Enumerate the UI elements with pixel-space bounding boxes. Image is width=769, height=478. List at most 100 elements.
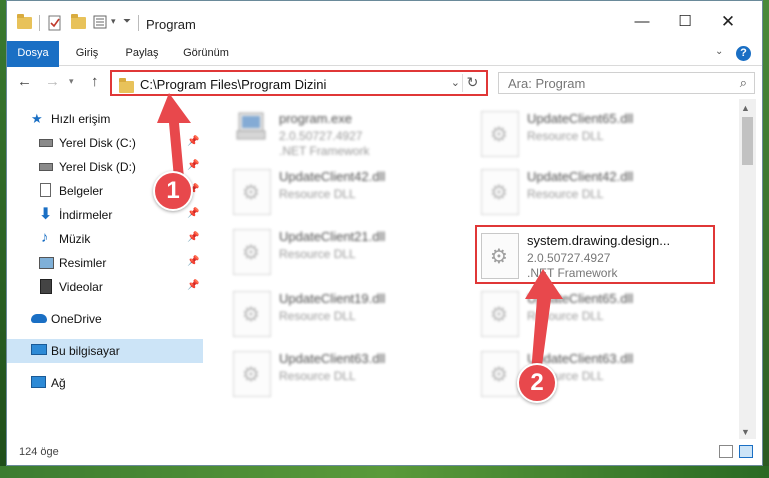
customize-toolbar-icon[interactable]: ⏷	[123, 16, 131, 34]
file-name: UpdateClient42.dll	[527, 169, 634, 184]
sidebar-item-label: Videolar	[59, 280, 103, 294]
drive-icon	[39, 163, 53, 171]
divider	[138, 15, 139, 31]
download-arrow-icon: ⬇	[39, 206, 53, 223]
file-item[interactable]: UpdateClient19.dll Resource DLL	[227, 283, 463, 341]
file-name: UpdateClient19.dll	[279, 291, 386, 306]
search-placeholder: Ara: Program	[508, 76, 586, 91]
scrollbar-thumb[interactable]	[742, 117, 753, 165]
file-description: Resource DLL	[279, 309, 356, 323]
tab-giris[interactable]: Giriş	[65, 41, 109, 66]
sidebar-item-label: Yerel Disk (C:)	[59, 136, 136, 150]
file-name: UpdateClient42.dll	[279, 169, 386, 184]
file-item[interactable]: UpdateClient21.dll Resource DLL	[227, 221, 463, 279]
large-icons-view-icon[interactable]	[739, 445, 753, 458]
forward-arrow-icon[interactable]: →	[45, 73, 60, 90]
file-description: Resource DLL	[279, 247, 356, 261]
sidebar-item-onedrive[interactable]: OneDrive	[7, 307, 203, 331]
cloud-icon	[31, 314, 47, 323]
dll-file-icon	[233, 169, 271, 215]
address-path[interactable]: C:\Program Files\Program Dizini	[140, 77, 326, 92]
file-item[interactable]: UpdateClient63.dll Resource DLL	[475, 343, 711, 401]
item-count: 124 öge	[19, 446, 59, 458]
file-item[interactable]: UpdateClient65.dll Resource DLL	[475, 283, 711, 341]
close-icon[interactable]: ✕	[714, 11, 742, 33]
dll-file-icon	[481, 291, 519, 337]
minimize-icon[interactable]: —	[628, 11, 656, 33]
view-options-icon[interactable]	[93, 14, 111, 32]
ribbon-tabs: Dosya Giriş Paylaş Görünüm ⌄ ?	[7, 41, 762, 99]
pin-icon[interactable]: 📌	[187, 208, 199, 219]
dll-file-icon	[233, 291, 271, 337]
details-view-icon[interactable]	[719, 445, 733, 458]
help-icon[interactable]: ?	[736, 46, 751, 61]
file-item[interactable]: UpdateClient42.dll Resource DLL	[475, 161, 711, 219]
scroll-up-icon[interactable]: ▲	[741, 103, 750, 113]
step-badge-2: 2	[517, 363, 557, 403]
dll-file-icon	[233, 229, 271, 275]
sidebar-item-network[interactable]: Ağ	[7, 371, 203, 395]
window-title: Program	[146, 17, 196, 32]
file-name: UpdateClient21.dll	[279, 229, 386, 244]
dll-file-icon	[481, 169, 519, 215]
music-note-icon: ♪	[41, 229, 49, 246]
dll-file-icon	[481, 111, 519, 157]
chevron-down-icon[interactable]: ▾	[111, 16, 116, 34]
dll-file-icon	[233, 351, 271, 397]
sidebar-item-pictures[interactable]: Resimler 📌	[7, 251, 203, 275]
title-bar: ▾ ⏷ Program — ☐ ✕	[7, 1, 762, 41]
sidebar-item-label: Yerel Disk (D:)	[59, 160, 136, 174]
file-description: .NET Framework	[279, 144, 370, 158]
file-item[interactable]: UpdateClient65.dll Resource DLL	[475, 103, 711, 161]
file-name: UpdateClient63.dll	[279, 351, 386, 366]
vertical-scrollbar[interactable]: ▲ ▼	[739, 99, 756, 439]
application-icon	[233, 109, 269, 145]
pictures-icon	[39, 257, 54, 269]
documents-icon	[40, 183, 51, 197]
file-item[interactable]: UpdateClient63.dll Resource DLL	[227, 343, 463, 401]
maximize-icon[interactable]: ☐	[671, 11, 699, 33]
divider	[39, 15, 40, 31]
file-name: program.exe	[279, 111, 352, 126]
expand-ribbon-icon[interactable]: ⌄	[715, 46, 723, 57]
file-version: 2.0.50727.4927	[279, 129, 363, 143]
sidebar-item-label: OneDrive	[51, 312, 102, 326]
dll-file-icon	[481, 351, 519, 397]
sidebar-item-music[interactable]: ♪ Müzik 📌	[7, 227, 203, 251]
arrow-up-annotation	[525, 269, 563, 373]
chevron-down-icon[interactable]: ⌄	[451, 76, 460, 89]
sidebar-item-this-pc[interactable]: Bu bilgisayar	[7, 339, 203, 363]
search-input[interactable]: Ara: Program ⌕	[498, 72, 755, 94]
refresh-icon[interactable]: ↻	[462, 74, 482, 92]
tab-paylas[interactable]: Paylaş	[119, 41, 165, 66]
file-item[interactable]: program.exe 2.0.50727.4927 .NET Framewor…	[227, 103, 463, 161]
search-icon[interactable]: ⌕	[740, 75, 747, 91]
desktop-background-bottom	[0, 466, 769, 478]
up-arrow-icon[interactable]: ↑	[91, 73, 99, 90]
recent-locations-chevron-icon[interactable]: ▾	[69, 76, 74, 87]
navigation-bar: ← → ▾ ↑ C:\Program Files\Program Dizini …	[7, 67, 762, 99]
sidebar-item-label: İndirmeler	[59, 208, 113, 222]
step-badge-1: 1	[153, 171, 193, 211]
sidebar-item-label: Müzik	[59, 232, 91, 246]
desktop-background-right	[763, 0, 769, 478]
tab-gorunum[interactable]: Görünüm	[177, 41, 235, 66]
pin-icon[interactable]: 📌	[187, 280, 199, 291]
computer-icon	[31, 344, 47, 355]
sidebar-item-label: Bu bilgisayar	[51, 344, 120, 358]
sidebar-item-videos[interactable]: Videolar 📌	[7, 275, 203, 299]
film-icon	[40, 279, 52, 294]
file-description: Resource DLL	[279, 187, 356, 201]
target-file-highlight	[475, 225, 715, 284]
pin-icon[interactable]: 📌	[187, 232, 199, 243]
back-arrow-icon[interactable]: ←	[17, 73, 32, 90]
sidebar-item-label: Resimler	[59, 256, 107, 270]
drive-icon	[39, 139, 53, 147]
sidebar-item-label: Ağ	[51, 376, 66, 390]
scroll-down-icon[interactable]: ▼	[741, 427, 750, 437]
status-bar: 124 öge	[7, 439, 762, 465]
file-item[interactable]: UpdateClient42.dll Resource DLL	[227, 161, 463, 219]
pin-icon[interactable]: 📌	[187, 256, 199, 267]
sidebar-item-label: Belgeler	[59, 184, 104, 198]
properties-icon[interactable]	[47, 14, 63, 32]
